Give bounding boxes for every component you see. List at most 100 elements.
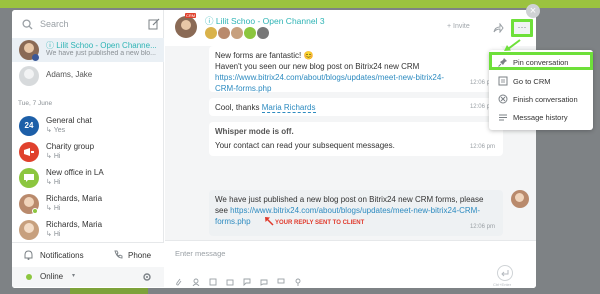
avatar [19,66,39,86]
notifications-button[interactable]: Notifications [40,251,84,260]
avatar: 24 [19,116,39,136]
input-toolbar [175,273,311,286]
close-button[interactable]: × [526,4,540,18]
form-icon[interactable] [209,278,217,286]
message-input[interactable]: Enter message [175,249,225,258]
chat-header: CRM ⓘ Lilit Schoo - Open Channel 3 + Inv… [165,10,536,46]
enter-icon [501,270,509,277]
chat-item-name: Charity group [46,142,95,151]
chat-item-preview: ↳ Hi [46,153,61,160]
system-message-text: Your contact can read your subsequent me… [215,141,395,150]
menu-item-pin[interactable]: Pin conversation [489,52,593,70]
message-text: Cool, thanks [215,103,262,112]
message-time: 12:06 pm [469,224,495,230]
chat-item-name: Richards, Maria [46,220,103,229]
attach-icon[interactable] [175,278,183,286]
crm-badge: CRM [185,13,197,18]
online-status-dot [26,274,32,280]
chat-item-richards-1[interactable]: Richards, Maria ↳ Hi [12,192,164,216]
chat-item-richards-2[interactable]: Richards, Maria ↳ Hi [12,218,164,242]
chat-item-name: Richards, Maria [46,194,103,203]
my-avatar [511,190,529,208]
chat-panel: CRM ⓘ Lilit Schoo - Open Channel 3 + Inv… [165,10,536,288]
chevron-down-icon: ▾ [72,273,76,279]
menu-item-label: Finish conversation [513,95,578,104]
bell-icon [24,250,33,260]
menu-item-label: Go to CRM [513,77,551,86]
participant-avatar[interactable] [257,27,269,39]
chat-item-name: Adams, Jake [46,70,93,79]
finish-icon [498,94,508,104]
message-link[interactable]: https://www.bitrix24.com/about/blogs/upd… [215,72,455,94]
chat-item-name: General chat [46,116,92,125]
crm-icon [498,76,508,86]
info-icon: ⓘ [46,41,57,50]
search-icon [22,19,33,30]
message-list: New forms are fantastic! 😊 Haven't you s… [165,46,536,240]
avatar [19,220,39,240]
participant-avatar[interactable] [218,27,230,39]
calendar-icon[interactable] [226,278,234,286]
chat-item-office-la[interactable]: New office in LA ↳ Hi [12,166,164,190]
chat-item-preview: We have just published a new blo... [46,50,156,57]
status-label: Online [40,272,64,281]
search-input[interactable]: Search [40,19,69,29]
invite-button[interactable]: + Invite [447,23,470,30]
location-icon[interactable] [294,278,302,286]
chat-item-charity[interactable]: Charity group ↳ Hi [12,140,164,164]
phone-icon [114,250,123,259]
screen-icon[interactable] [277,278,285,286]
menu-item-finish[interactable]: Finish conversation [489,90,593,108]
message-text: We have just published a new blog post o… [215,195,484,204]
online-status-dot [32,208,38,214]
gear-icon[interactable] [142,272,152,282]
system-message: Whisper mode is off. Your contact can re… [209,122,503,156]
status-selector[interactable]: Online ▾ [12,267,164,287]
highlight-arrow [504,39,521,51]
send-button[interactable] [497,265,513,281]
chat-icon[interactable] [260,278,268,286]
chat-item-name: New office in LA [46,168,104,177]
participant-avatar[interactable] [205,27,217,39]
facebook-icon [32,54,39,61]
chat-item-preview: ↳ Hi [46,231,61,238]
message-text: see [215,206,231,215]
message-text: New forms are fantastic! 😊 [215,51,314,60]
chat-item-preview: ↳ Yes [46,127,66,134]
user-mention[interactable]: Maria Richards [261,103,316,113]
date-divider: Tue, 7 June [18,100,53,107]
menu-item-label: Message history [513,113,568,122]
compose-icon[interactable] [148,18,160,30]
user-icon[interactable] [192,278,200,286]
more-options-button[interactable]: ··· [511,19,533,37]
sidebar-footer: Notifications Phone Online ▾ [12,242,164,288]
phone-button[interactable]: Phone [128,251,151,260]
message-input-area: Enter message Ctrl+Enter [165,240,536,288]
recent-chats-sidebar: Search ⓘ Lilit Schoo - Open Channe... We… [12,10,164,288]
chat-item-preview: ↳ Hi [46,205,61,212]
info-icon: ⓘ [205,16,216,26]
message-text: Haven't you seen our new blog post on Bi… [215,62,420,71]
annotation-label: YOUR REPLY SENT TO CLIENT [275,220,365,226]
message-incoming: Cool, thanks Maria Richards 12:06 pm [209,98,503,116]
chat-item-adams[interactable]: Adams, Jake [12,64,164,86]
search-bar[interactable]: Search [18,16,164,34]
participant-avatar[interactable] [244,27,256,39]
chat-title: ⓘ Lilit Schoo - Open Channel 3 [205,16,325,26]
more-options-menu: Pin conversation Go to CRM Finish conver… [489,50,593,130]
history-icon [499,114,507,121]
menu-item-label: Pin conversation [513,58,569,67]
background-app-strip [0,0,600,8]
quick-answer-icon[interactable] [243,278,251,286]
forward-icon[interactable] [493,23,504,33]
megaphone-icon [24,148,34,156]
chat-item-preview: ↳ Hi [46,179,61,186]
menu-item-crm[interactable]: Go to CRM [489,72,593,90]
participant-avatar[interactable] [231,27,243,39]
chat-item-general[interactable]: 24 General chat ↳ Yes [12,114,164,138]
message-outgoing: We have just published a new blog post o… [209,190,503,236]
chat-item-lilit[interactable]: ⓘ Lilit Schoo - Open Channe... We have j… [12,38,164,62]
participant-avatars [205,27,270,41]
menu-item-history[interactable]: Message history [489,108,593,126]
chat-bubble-icon [24,174,34,182]
